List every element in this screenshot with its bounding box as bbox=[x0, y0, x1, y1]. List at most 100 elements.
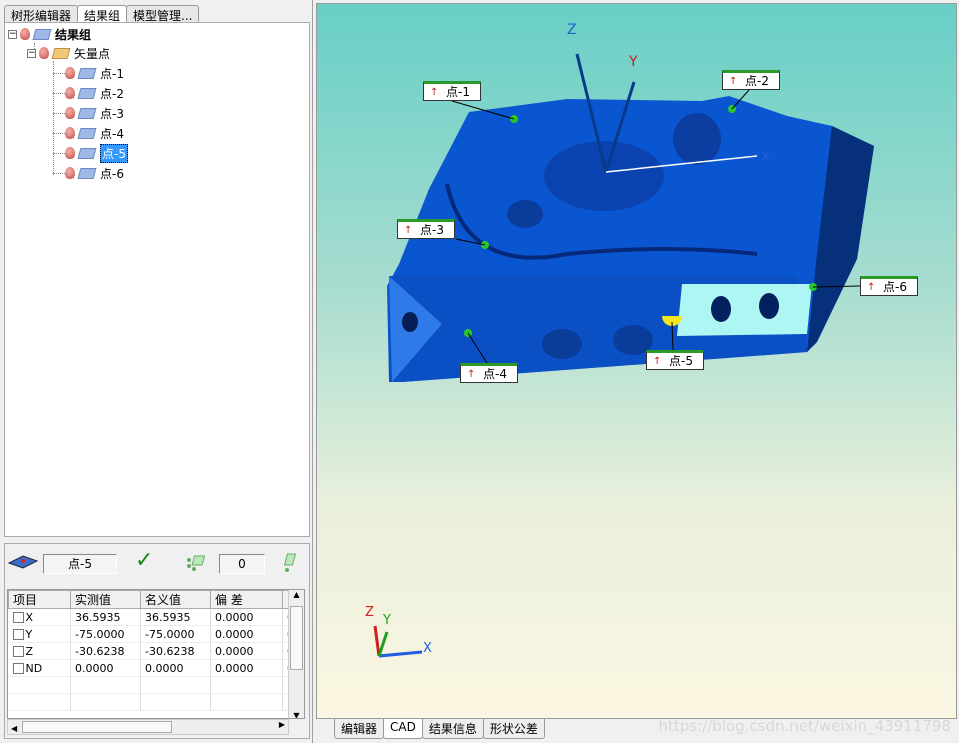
horizontal-scrollbar[interactable]: ◀ ▶ bbox=[7, 719, 289, 735]
tree-root[interactable]: − 结果组 bbox=[8, 25, 91, 43]
tab-cad[interactable]: CAD bbox=[383, 719, 423, 739]
vector-point-icon bbox=[77, 67, 97, 79]
tree-group[interactable]: − 矢量点 bbox=[27, 44, 110, 62]
cad-viewport[interactable]: ZYX ZYX ↑ 点-1 ↑ 点-2 ↑ 点-3 ↑ 点-4 ↑ 点-5 ↑ 点-6 bbox=[316, 3, 957, 719]
vector-point-icon bbox=[77, 107, 97, 119]
tree-item-label: 点-2 bbox=[100, 86, 124, 101]
tab-result-group[interactable]: 结果组 bbox=[77, 5, 128, 23]
tree-item-label: 点-6 bbox=[100, 166, 124, 181]
results-icon bbox=[32, 28, 52, 40]
point-label-4[interactable]: ↑ 点-4 bbox=[460, 363, 518, 383]
row-item: Z bbox=[25, 644, 34, 658]
col-nominal[interactable]: 名义值 bbox=[140, 590, 211, 609]
row-nominal: 0.0000 bbox=[140, 659, 211, 677]
point-name-field[interactable]: 点-5 bbox=[43, 554, 117, 574]
collapse-icon[interactable]: − bbox=[27, 48, 36, 58]
bulb-icon bbox=[65, 67, 75, 79]
tab-form-tolerance[interactable]: 形状公差 bbox=[482, 719, 545, 739]
bulb-icon bbox=[65, 127, 75, 139]
row-item: Y bbox=[25, 627, 33, 641]
point-label-1[interactable]: ↑ 点-1 bbox=[423, 81, 481, 101]
tree-item[interactable]: 点-1 bbox=[65, 64, 124, 82]
row-measured: 36.5935 bbox=[70, 608, 141, 626]
collapse-icon[interactable]: − bbox=[8, 29, 17, 39]
left-panel: 树形编辑器 结果组 模型管理... − 结果组 − 矢量点 点-1 点-2 点-3 点-4… bbox=[0, 0, 313, 743]
tree-item-label: 点-5 bbox=[100, 143, 128, 163]
grid-header: 项目 实测值 名义值 偏 差 bbox=[8, 590, 295, 609]
row-item: ND bbox=[25, 661, 43, 675]
vector-point-icon bbox=[77, 87, 97, 99]
vector-arrow-icon: ↑ bbox=[430, 87, 439, 98]
row-measured: -30.6238 bbox=[70, 642, 141, 660]
part-light-panel bbox=[677, 284, 812, 336]
confirm-check-icon[interactable]: ✓ bbox=[135, 548, 153, 573]
row-measured: -75.0000 bbox=[70, 625, 141, 643]
tree-item-label: 点-4 bbox=[100, 126, 124, 141]
row-checkbox[interactable] bbox=[12, 629, 24, 640]
point-plane-icon bbox=[7, 555, 39, 569]
row-deviation: 0.0000 bbox=[210, 659, 283, 677]
row-nominal: 36.5935 bbox=[140, 608, 211, 626]
row-nominal: -30.6238 bbox=[140, 642, 211, 660]
col-deviation[interactable]: 偏 差 bbox=[210, 590, 283, 609]
table-row[interactable]: Z-30.6238-30.62380.00000 bbox=[8, 642, 295, 660]
tab-tree-editor[interactable]: 树形编辑器 bbox=[4, 5, 79, 23]
row-checkbox[interactable] bbox=[12, 612, 24, 623]
bulb-icon bbox=[65, 87, 75, 99]
row-deviation: 0.0000 bbox=[210, 625, 283, 643]
bulb-icon bbox=[20, 28, 30, 40]
left-tabs: 树形编辑器 结果组 模型管理... bbox=[4, 5, 200, 23]
svg-text:Z: Z bbox=[567, 22, 577, 38]
bulb-icon bbox=[39, 47, 49, 59]
tree-group-label: 矢量点 bbox=[74, 46, 111, 61]
table-row[interactable]: ND0.00000.00000.00000 bbox=[8, 659, 295, 677]
vertical-scrollbar[interactable]: ▲ ▼ bbox=[288, 590, 304, 718]
vector-arrow-icon: ↑ bbox=[729, 76, 738, 87]
row-checkbox[interactable] bbox=[12, 663, 24, 674]
tab-editor[interactable]: 编辑器 bbox=[334, 719, 385, 739]
tree-item-label: 点-3 bbox=[100, 106, 124, 121]
col-measured[interactable]: 实测值 bbox=[70, 590, 141, 609]
triad-x-label: X bbox=[423, 641, 432, 656]
watermark: https://blog.csdn.net/weixin_43911798 bbox=[658, 717, 951, 735]
vector-arrow-icon: ↑ bbox=[867, 282, 876, 293]
row-checkbox[interactable] bbox=[12, 646, 24, 657]
tree-item[interactable]: 点-2 bbox=[65, 84, 124, 102]
point-detail-panel: 点-5 ✓ 0 项目 实测值 名义值 偏 差 X 36.5935 36.5935 0.… bbox=[4, 543, 310, 739]
row-deviation: 0.0000 bbox=[210, 642, 283, 660]
part-model[interactable]: ZYX ZYX bbox=[317, 4, 958, 720]
vector-arrow-icon: ↑ bbox=[467, 369, 476, 380]
svg-text:Y: Y bbox=[628, 54, 638, 70]
svg-text:X: X bbox=[761, 149, 771, 165]
tree-item[interactable]: 点-5 bbox=[65, 143, 128, 163]
vector-point-folder-icon bbox=[51, 47, 71, 59]
vector-point-icon bbox=[77, 147, 97, 159]
table-row[interactable]: X36.593536.59350.00000 bbox=[8, 608, 295, 626]
point-label-5[interactable]: ↑ 点-5 bbox=[646, 350, 704, 370]
triad-z-label: Z bbox=[365, 605, 374, 620]
tree-item[interactable]: 点-6 bbox=[65, 164, 124, 182]
tree-item[interactable]: 点-4 bbox=[65, 124, 124, 142]
tree-item-label: 点-1 bbox=[100, 66, 124, 81]
vector-point-icon bbox=[77, 127, 97, 139]
tab-result-info[interactable]: 结果信息 bbox=[421, 719, 484, 739]
point-label-3[interactable]: ↑ 点-3 bbox=[397, 219, 455, 239]
col-item[interactable]: 项目 bbox=[8, 590, 71, 609]
tree-item[interactable]: 点-3 bbox=[65, 104, 124, 122]
eraser-icon[interactable] bbox=[283, 552, 299, 574]
vector-arrow-icon: ↑ bbox=[653, 356, 662, 367]
values-grid: 项目 实测值 名义值 偏 差 X36.593536.59350.00000Y -7… bbox=[7, 589, 305, 719]
point-label-2[interactable]: ↑ 点-2 bbox=[722, 70, 780, 90]
count-field[interactable]: 0 bbox=[219, 554, 265, 574]
row-measured: 0.0000 bbox=[70, 659, 141, 677]
row-nominal: -75.0000 bbox=[140, 625, 211, 643]
result-tree: − 结果组 − 矢量点 点-1 点-2 点-3 点-4 点-5 点-6 bbox=[4, 22, 310, 537]
tab-model-manager[interactable]: 模型管理... bbox=[126, 5, 200, 23]
point-label-6[interactable]: ↑ 点-6 bbox=[860, 276, 918, 296]
bulb-icon bbox=[65, 167, 75, 179]
bulb-icon bbox=[65, 147, 75, 159]
multi-eraser-icon[interactable] bbox=[185, 554, 209, 574]
row-deviation: 0.0000 bbox=[210, 608, 283, 626]
table-row[interactable]: Y-75.0000-75.00000.00000 bbox=[8, 625, 295, 643]
tree-root-label: 结果组 bbox=[55, 27, 92, 42]
